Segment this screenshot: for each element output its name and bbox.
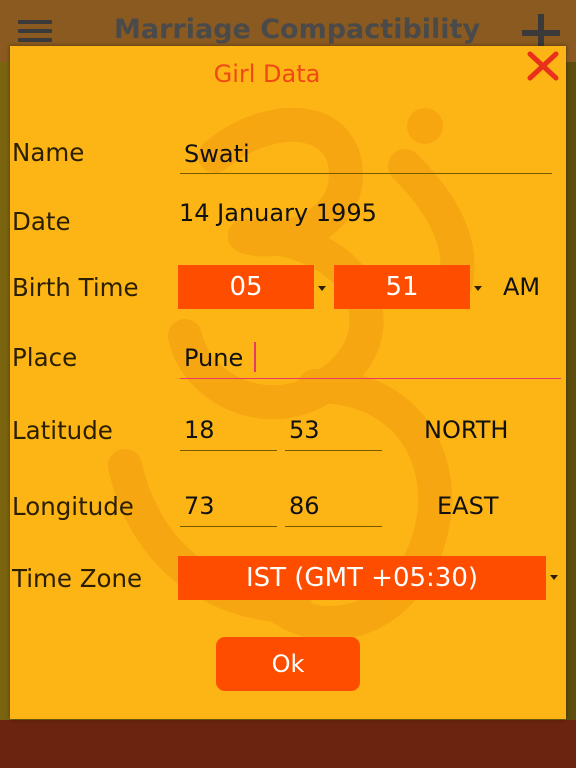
hamburger-menu-icon[interactable] [18,20,52,44]
place-label: Place [12,343,78,372]
latitude-degrees-input[interactable] [180,410,277,451]
om-watermark-icon [108,107,475,640]
hour-dropdown-arrow-icon[interactable] [318,286,326,291]
place-input[interactable] [180,337,561,379]
ok-button[interactable]: Ok [216,637,360,691]
hour-spinner[interactable]: 05 [178,265,314,309]
text-cursor [254,342,256,372]
latitude-minutes-input[interactable] [285,410,382,451]
latitude-label: Latitude [12,416,113,445]
close-x-icon[interactable] [526,50,560,84]
date-value[interactable]: 14 January 1995 [179,199,377,227]
longitude-direction[interactable]: EAST [437,492,498,520]
dialog-title: Girl Data [213,60,321,88]
longitude-degrees-input[interactable] [180,486,277,527]
girl-data-dialog: Girl Data Name Date 14 January 1995 Birt… [10,46,566,719]
background-strip [566,62,576,720]
latitude-direction[interactable]: NORTH [424,416,508,444]
longitude-minutes-input[interactable] [285,486,382,527]
minute-spinner[interactable]: 51 [334,265,470,309]
background-footer [0,720,576,768]
minute-dropdown-arrow-icon[interactable] [474,286,482,291]
time-zone-spinner[interactable]: IST (GMT +05:30) [178,556,546,600]
time-zone-label: Time Zone [12,564,143,593]
name-input[interactable] [180,134,552,174]
name-label: Name [12,138,85,167]
longitude-label: Longitude [12,492,134,521]
meridiem-label[interactable]: AM [503,273,540,301]
birth-time-label: Birth Time [12,273,139,302]
time-zone-dropdown-arrow-icon[interactable] [550,575,558,580]
app-title: Marriage Compactibility [114,14,481,45]
date-label: Date [12,207,71,236]
